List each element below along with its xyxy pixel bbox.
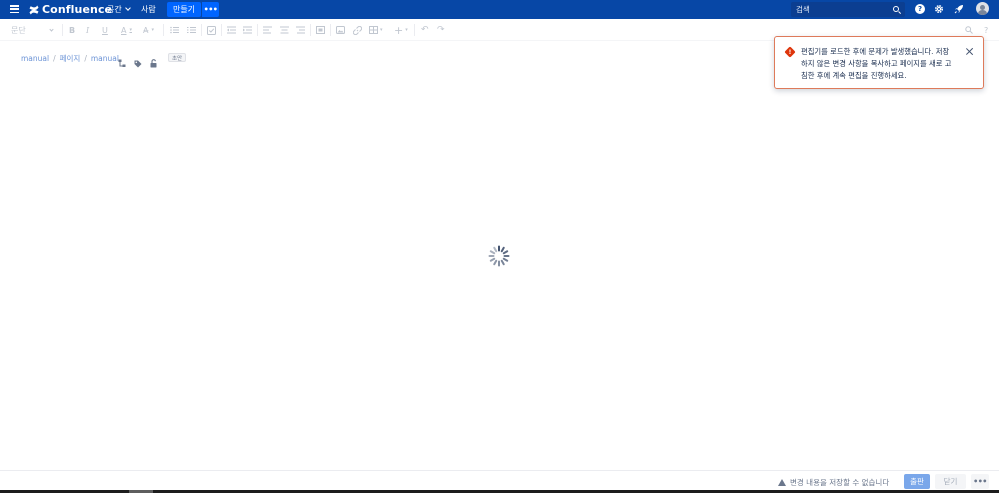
spaces-label: 공간: [107, 5, 122, 14]
text-color-icon[interactable]: A ▾: [121, 24, 132, 36]
publish-button[interactable]: 출판: [904, 474, 930, 489]
link-icon[interactable]: [353, 24, 362, 36]
undo-icon[interactable]: ↶: [421, 24, 429, 36]
save-warning: 변경 내용을 저장할 수 없습니다: [778, 477, 889, 488]
paragraph-style-label: 문단: [11, 25, 26, 35]
loading-spinner-icon: [488, 245, 510, 267]
more-options-button[interactable]: •••: [971, 474, 989, 489]
layout-icon[interactable]: [316, 24, 325, 36]
people-menu[interactable]: 사람: [141, 4, 156, 15]
task-list-icon[interactable]: [207, 24, 216, 36]
create-more-button[interactable]: •••: [201, 2, 219, 17]
close-icon[interactable]: [965, 47, 974, 56]
top-navigation: Confluence 공간 사람 만들기 ••• ?: [0, 0, 999, 19]
confluence-logo-icon: [29, 5, 39, 15]
error-icon: !: [784, 46, 796, 58]
insert-icon[interactable]: + ▾: [394, 24, 408, 37]
help-icon[interactable]: ?: [915, 4, 925, 14]
bullet-list-icon[interactable]: [170, 24, 179, 36]
search-box[interactable]: [791, 2, 905, 17]
find-icon[interactable]: [965, 24, 973, 36]
search-input[interactable]: [796, 5, 888, 14]
italic-icon[interactable]: I: [86, 24, 89, 36]
breadcrumb-separator: /: [84, 54, 87, 63]
search-icon[interactable]: [893, 6, 899, 12]
redo-icon[interactable]: ↷: [437, 24, 445, 36]
breadcrumb-separator: /: [53, 54, 56, 63]
underline-icon[interactable]: U: [102, 24, 108, 36]
page-tree-icon[interactable]: [118, 53, 126, 67]
draft-status-badge: 초안: [168, 53, 187, 62]
error-notification: ! 편집기를 로드한 후에 문제가 발생했습니다. 저장하지 않은 변경 사항을…: [774, 36, 984, 89]
breadcrumb-pages[interactable]: 페이지: [60, 53, 81, 64]
paragraph-style-select[interactable]: 문단: [11, 24, 54, 36]
align-left-icon[interactable]: [263, 24, 272, 36]
brand-name: Confluence: [42, 3, 113, 16]
image-icon[interactable]: [336, 24, 345, 36]
bold-icon[interactable]: B: [69, 24, 75, 36]
table-icon[interactable]: ▾: [369, 24, 383, 36]
breadcrumb: manual / 페이지 / manual: [21, 53, 119, 64]
numbered-list-icon[interactable]: [187, 24, 196, 36]
create-button[interactable]: 만들기: [167, 2, 201, 17]
spaces-menu[interactable]: 공간: [107, 4, 131, 15]
align-center-icon[interactable]: [280, 24, 289, 36]
notifications-icon[interactable]: [954, 4, 964, 14]
menu-icon[interactable]: [10, 5, 19, 13]
indent-icon[interactable]: [243, 24, 252, 36]
editor-help-icon[interactable]: ?: [984, 24, 988, 36]
chevron-down-icon: [49, 26, 54, 32]
chevron-down-icon: [124, 5, 131, 11]
gear-icon[interactable]: [934, 4, 944, 14]
people-label: 사람: [141, 5, 156, 14]
error-message: 편집기를 로드한 후에 문제가 발생했습니다. 저장하지 않은 변경 사항을 복…: [801, 47, 952, 80]
breadcrumb-space[interactable]: manual: [21, 54, 49, 63]
outdent-icon[interactable]: [227, 24, 236, 36]
save-warning-text: 변경 내용을 저장할 수 없습니다: [790, 478, 890, 487]
close-button[interactable]: 닫기: [935, 474, 966, 489]
format-icon[interactable]: A̶ ▾: [143, 24, 154, 36]
unlock-icon[interactable]: [150, 53, 158, 68]
breadcrumb-parent-page[interactable]: manual: [91, 54, 119, 63]
align-right-icon[interactable]: [296, 24, 305, 36]
warning-icon: [778, 479, 786, 486]
avatar[interactable]: [976, 2, 989, 15]
label-icon[interactable]: [134, 53, 142, 68]
confluence-logo[interactable]: Confluence: [29, 3, 112, 16]
